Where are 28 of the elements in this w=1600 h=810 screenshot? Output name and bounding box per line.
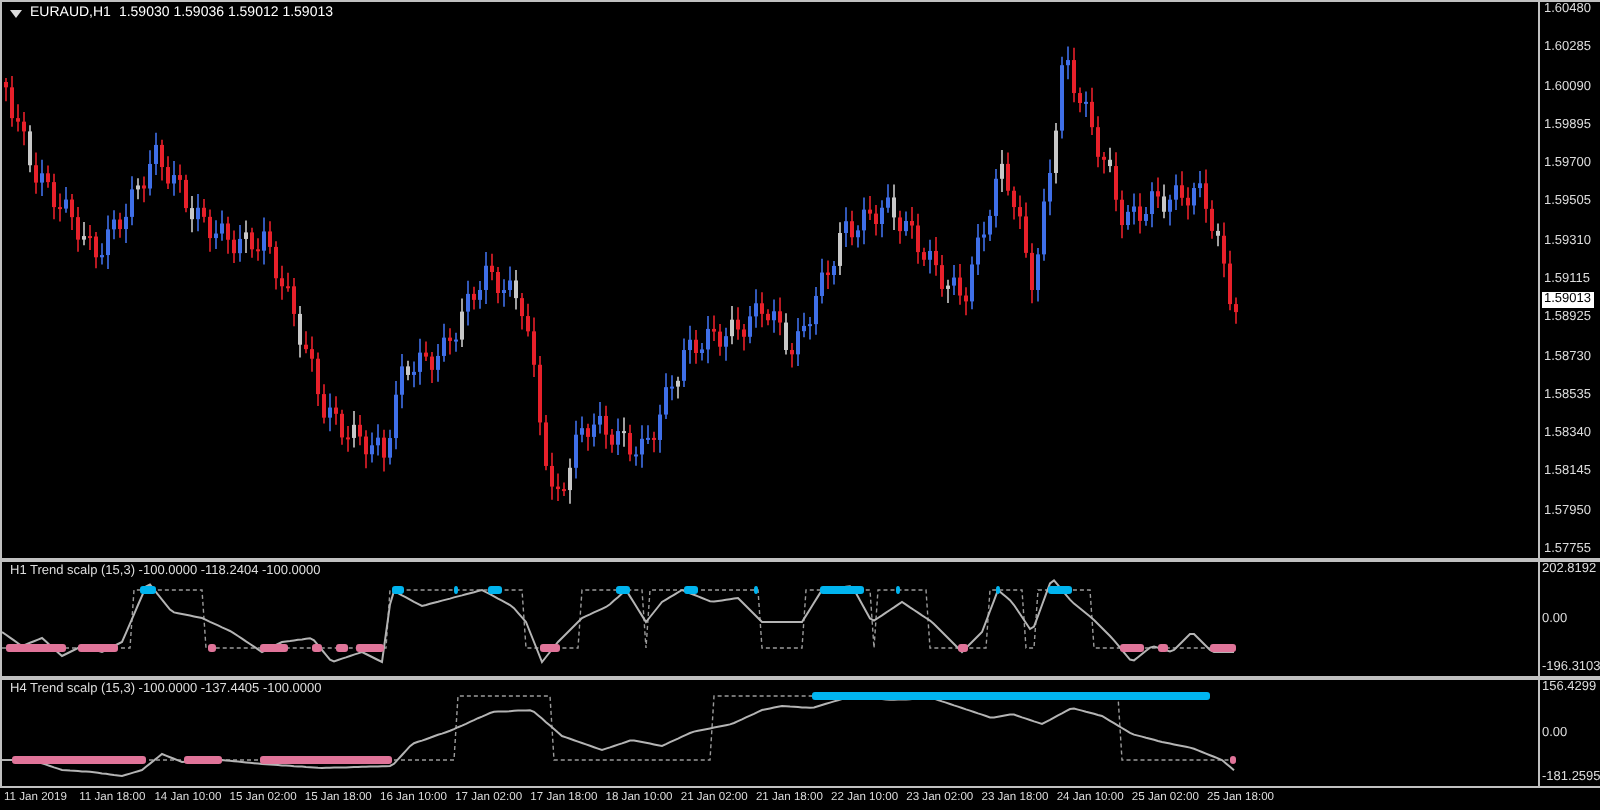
bearish-marker bbox=[208, 644, 216, 652]
bullish-marker bbox=[454, 586, 458, 594]
bearish-marker bbox=[540, 644, 560, 652]
bullish-marker bbox=[754, 586, 758, 594]
bearish-marker bbox=[184, 756, 222, 764]
bearish-marker bbox=[1120, 644, 1144, 652]
bullish-marker bbox=[820, 586, 864, 594]
bullish-marker bbox=[1048, 586, 1072, 594]
bearish-marker bbox=[12, 756, 146, 764]
bearish-marker bbox=[6, 644, 66, 652]
bearish-marker bbox=[1230, 756, 1236, 764]
bullish-marker bbox=[996, 586, 1000, 594]
bullish-marker bbox=[140, 586, 156, 594]
bearish-marker bbox=[336, 644, 348, 652]
bearish-marker bbox=[260, 756, 392, 764]
dropdown-icon[interactable] bbox=[10, 10, 22, 18]
bearish-marker bbox=[1210, 644, 1236, 652]
bearish-marker bbox=[958, 644, 968, 652]
bullish-marker bbox=[684, 586, 698, 594]
bearish-marker bbox=[78, 644, 118, 652]
bearish-marker bbox=[356, 644, 384, 652]
bearish-marker bbox=[1158, 644, 1168, 652]
bearish-marker bbox=[260, 644, 288, 652]
bullish-marker bbox=[616, 586, 630, 594]
bearish-marker bbox=[312, 644, 322, 652]
bullish-marker bbox=[392, 586, 404, 594]
bullish-marker bbox=[488, 586, 502, 594]
bullish-marker bbox=[896, 586, 900, 594]
